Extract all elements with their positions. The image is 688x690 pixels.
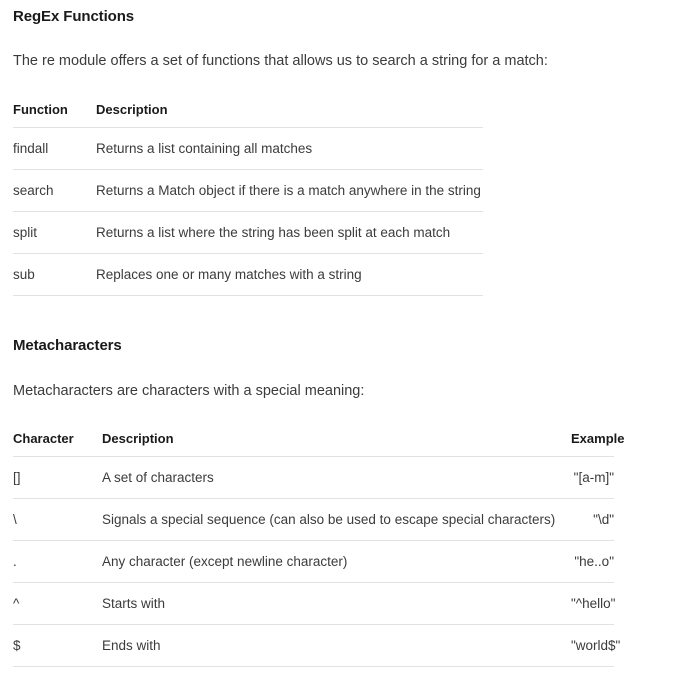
regex-functions-table: Function Description findall Returns a l… <box>13 102 483 296</box>
cell-metacharacter: [] <box>13 456 102 499</box>
table-body-metacharacters: [] A set of characters "[a-m]" \ Signals… <box>13 456 620 667</box>
cell-function-description: Returns a list containing all matches <box>96 127 483 170</box>
cell-function-description: Returns a Match object if there is a mat… <box>96 169 483 212</box>
column-header-description: Description <box>102 431 174 446</box>
cell-metacharacter-description: Signals a special sequence (can also be … <box>102 498 571 541</box>
cell-metacharacter-example: "he..o" <box>571 540 614 583</box>
cell-function-description: Returns a list where the string has been… <box>96 211 483 254</box>
cell-metacharacter: \ <box>13 498 102 541</box>
intro-paragraph-regex-functions: The re module offers a set of functions … <box>13 53 548 69</box>
cell-function-name: findall <box>13 127 96 170</box>
cell-function-description: Replaces one or many matches with a stri… <box>96 253 483 296</box>
table-row: \ Signals a special sequence (can also b… <box>13 498 614 541</box>
table-row: findall Returns a list containing all ma… <box>13 127 483 170</box>
column-header-function: Function <box>13 102 68 117</box>
cell-metacharacter-description: Ends with <box>102 624 571 667</box>
metacharacters-table: Character Description Example [] A set o… <box>13 431 625 667</box>
cell-metacharacter-description: A set of characters <box>102 456 571 499</box>
table-header-row-metacharacters: Character Description Example <box>13 431 625 457</box>
table-row: . Any character (except newline characte… <box>13 540 614 583</box>
column-header-example: Example <box>571 431 625 446</box>
cell-metacharacter-example: "world$" <box>571 624 620 667</box>
cell-metacharacter-description: Any character (except newline character) <box>102 540 571 583</box>
column-header-character: Character <box>13 431 74 446</box>
cell-metacharacter-example: "^hello" <box>571 582 615 625</box>
table-row: search Returns a Match object if there i… <box>13 169 483 212</box>
table-row: [] A set of characters "[a-m]" <box>13 456 614 499</box>
cell-metacharacter: $ <box>13 624 102 667</box>
cell-metacharacter-example: "[a-m]" <box>571 456 614 499</box>
page-title-regex-functions: RegEx Functions <box>13 8 135 25</box>
table-row: $ Ends with "world$" <box>13 624 620 667</box>
cell-metacharacter-example: "\d" <box>571 498 614 541</box>
column-header-description: Description <box>96 102 168 117</box>
cell-function-name: split <box>13 211 96 254</box>
cell-metacharacter: . <box>13 540 102 583</box>
table-row: sub Replaces one or many matches with a … <box>13 253 483 296</box>
cell-metacharacter-description: Starts with <box>102 582 571 625</box>
cell-metacharacter: ^ <box>13 582 102 625</box>
table-body-functions: findall Returns a list containing all ma… <box>13 127 483 296</box>
cell-function-name: search <box>13 169 96 212</box>
cell-function-name: sub <box>13 253 96 296</box>
table-row: split Returns a list where the string ha… <box>13 211 483 254</box>
page-content: RegEx Functions The re module offers a s… <box>0 0 688 667</box>
intro-paragraph-metacharacters: Metacharacters are characters with a spe… <box>13 383 365 399</box>
table-row: ^ Starts with "^hello" <box>13 582 615 625</box>
page-title-metacharacters: Metacharacters <box>13 337 122 354</box>
table-header-row-functions: Function Description <box>13 102 483 128</box>
